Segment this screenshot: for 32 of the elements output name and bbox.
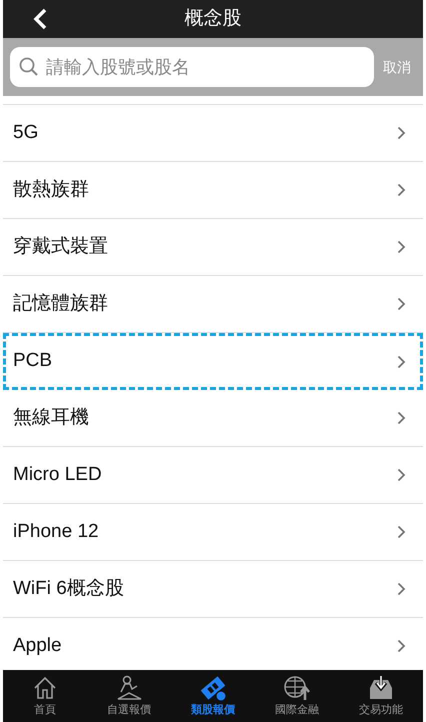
tab[interactable]: 交易功能 xyxy=(339,670,423,722)
tab[interactable]: 國際金融 xyxy=(255,670,339,722)
tab[interactable]: 自選報價 xyxy=(87,670,171,722)
list-item[interactable]: 無線耳機 xyxy=(3,390,423,447)
list-item[interactable]: WiFi 6概念股 xyxy=(3,561,423,618)
chevron-icon xyxy=(397,297,406,311)
chevron-icon xyxy=(397,468,406,482)
list-item[interactable]: Micro LED xyxy=(3,447,423,504)
chevron-icon xyxy=(397,354,406,368)
window-title: 概念股 xyxy=(184,6,242,31)
search-icon xyxy=(19,57,39,77)
chevron-icon xyxy=(397,240,406,254)
list-item[interactable]: 5G xyxy=(3,105,423,162)
chevron-icon xyxy=(397,639,406,653)
chevron-icon xyxy=(397,525,406,539)
search-field[interactable]: 請輸入股號或股名 xyxy=(10,47,374,87)
back-icon[interactable] xyxy=(33,8,47,30)
tray-icon xyxy=(367,674,395,702)
list-item[interactable]: 散熱族群 xyxy=(3,162,423,219)
chevron-icon xyxy=(397,126,406,140)
list-item[interactable]: 記憶體族群 xyxy=(3,276,423,333)
film-icon xyxy=(199,674,227,702)
list-item[interactable]: 穿戴式裝置 xyxy=(3,219,423,276)
tab[interactable]: 類股報價 xyxy=(171,670,255,722)
chevron-icon xyxy=(397,411,406,425)
person-icon xyxy=(115,674,143,702)
globe-icon xyxy=(283,674,311,702)
chevron-icon xyxy=(397,582,406,596)
list-item[interactable]: PCB xyxy=(3,333,423,390)
chevron-icon xyxy=(397,183,406,197)
tab[interactable]: 首頁 xyxy=(3,670,87,722)
list-item[interactable]: iPhone 12 xyxy=(3,504,423,561)
